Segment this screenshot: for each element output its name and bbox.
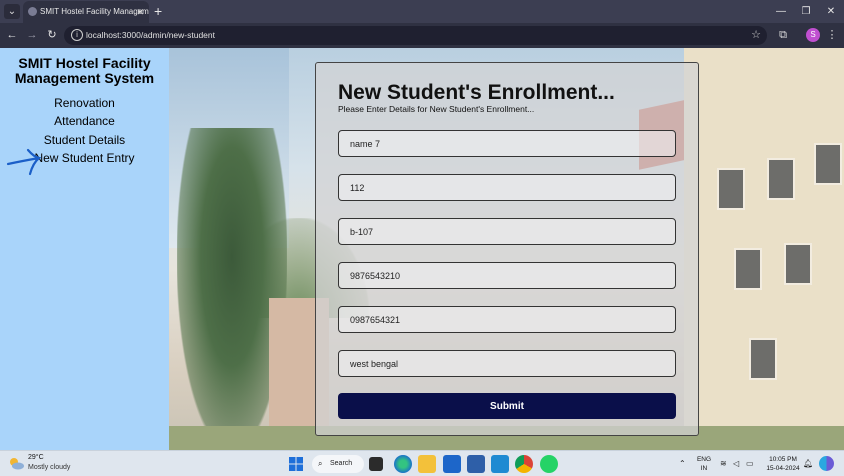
clock-time[interactable]: 10:05 PM <box>763 456 803 464</box>
sidebar-item-attendance[interactable]: Attendance <box>0 114 169 128</box>
input-region[interactable]: IN <box>694 465 714 473</box>
store-icon[interactable] <box>467 455 485 473</box>
input-language[interactable]: ENG <box>694 456 714 464</box>
bookmark-star-icon[interactable]: ☆ <box>751 26 761 45</box>
student-name-input[interactable] <box>338 130 676 157</box>
address-bar[interactable]: i localhost:3000/admin/new-student ☆ <box>64 26 767 45</box>
whatsapp-icon[interactable] <box>540 455 558 473</box>
reload-icon[interactable]: ↻ <box>44 27 60 43</box>
url-text[interactable]: localhost:3000/admin/new-student <box>86 26 215 45</box>
sidebar: SMIT Hostel Facility Management System R… <box>0 48 169 450</box>
browser-tab[interactable]: SMIT Hostel Facility Manageme ✕ <box>23 1 149 23</box>
browser-tab-bar: ⌄ SMIT Hostel Facility Manageme ✕ + — ❐ … <box>0 0 844 23</box>
site-info-icon[interactable]: i <box>71 29 83 41</box>
profile-avatar[interactable]: S <box>806 28 820 42</box>
sidebar-item-student-details[interactable]: Student Details <box>0 133 169 147</box>
weather-temperature[interactable]: 29°C <box>28 454 44 461</box>
enrollment-form: New Student's Enrollment... Please Enter… <box>315 62 699 436</box>
windows-start-icon[interactable] <box>287 455 305 473</box>
address-input[interactable] <box>338 350 676 377</box>
tab-search-chevron-icon[interactable]: ⌄ <box>4 4 20 19</box>
browser-toolbar: ← → ↻ i localhost:3000/admin/new-student… <box>0 23 844 48</box>
taskbar-search[interactable]: ⌕ Search <box>312 455 364 473</box>
file-explorer-icon[interactable] <box>418 455 436 473</box>
tray-chevron-icon[interactable]: ⌃ <box>679 451 686 476</box>
partly-cloudy-icon[interactable] <box>8 456 24 470</box>
taskbar-search-label: Search <box>330 460 353 467</box>
forward-icon[interactable]: → <box>24 27 40 43</box>
copilot-icon[interactable] <box>819 456 834 471</box>
tab-favicon-icon <box>28 7 37 16</box>
page-content: SMIT Hostel Facility Management System R… <box>0 48 844 450</box>
clock-date[interactable]: 15-04-2024 <box>763 465 803 473</box>
phone-number-input[interactable] <box>338 262 676 289</box>
sidebar-title: SMIT Hostel Facility Management System <box>14 55 155 86</box>
restore-icon[interactable]: ❐ <box>794 0 818 23</box>
task-view-icon[interactable] <box>369 457 383 471</box>
submit-button[interactable]: Submit <box>338 393 676 419</box>
back-icon[interactable]: ← <box>4 27 20 43</box>
wifi-icon[interactable]: ≋ <box>720 451 727 476</box>
edge-browser-icon[interactable] <box>394 455 412 473</box>
browser-menu-icon[interactable]: ⋮ <box>824 27 840 43</box>
tab-title: SMIT Hostel Facility Manageme <box>40 7 149 16</box>
close-window-icon[interactable]: ✕ <box>819 0 843 23</box>
form-title: New Student's Enrollment... <box>338 81 615 104</box>
weather-description[interactable]: Mostly cloudy <box>28 464 70 471</box>
windows-taskbar: 29°C Mostly cloudy ⌕ Search ⌃ ENG IN ≋ ◁… <box>0 450 844 476</box>
search-icon: ⌕ <box>318 459 323 468</box>
minimize-icon[interactable]: — <box>769 0 793 23</box>
guardian-phone-input[interactable] <box>338 306 676 333</box>
form-subtitle: Please Enter Details for New Student's E… <box>338 104 535 114</box>
notification-bell-icon[interactable]: 🔔︎ <box>803 451 813 476</box>
chrome-icon[interactable] <box>515 455 533 473</box>
vscode-icon[interactable] <box>491 455 509 473</box>
extensions-icon[interactable]: ⧉ <box>775 27 791 43</box>
sidebar-item-renovation[interactable]: Renovation <box>0 96 169 110</box>
hand-drawn-arrow-icon <box>6 148 42 176</box>
new-tab-button[interactable]: + <box>154 2 162 20</box>
roll-number-input[interactable] <box>338 174 676 201</box>
room-number-input[interactable] <box>338 218 676 245</box>
battery-icon[interactable]: ▭ <box>746 451 754 476</box>
volume-icon[interactable]: ◁ <box>733 451 739 476</box>
tab-close-icon[interactable]: ✕ <box>136 1 144 23</box>
mail-icon[interactable] <box>443 455 461 473</box>
